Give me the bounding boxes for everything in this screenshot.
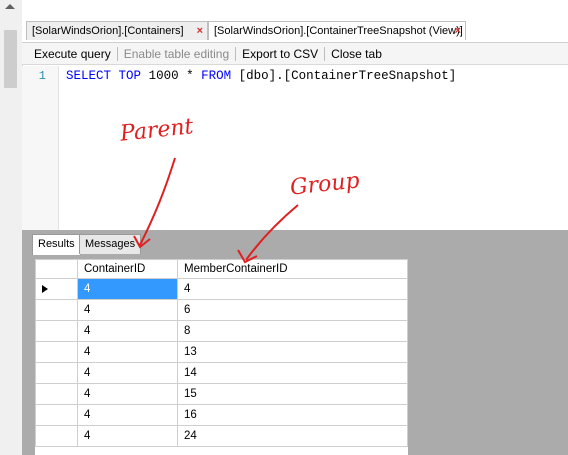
row-header[interactable] [35,362,78,384]
cell-membercontainerid[interactable]: 15 [177,383,408,405]
results-pane: Results Messages ContainerID MemberConta… [22,230,568,455]
sql-keyword: FROM [201,69,232,83]
row-header[interactable] [35,320,78,342]
table-row[interactable]: 4 4 [35,278,408,300]
close-icon[interactable]: × [455,22,461,41]
cell-membercontainerid[interactable]: 4 [177,278,408,300]
table-row[interactable]: 4 16 [35,404,408,426]
sql-keyword: TOP [118,69,142,83]
table-row[interactable]: 4 13 [35,341,408,363]
cell-containerid[interactable]: 4 [77,299,178,321]
table-row[interactable]: 4 14 [35,362,408,384]
column-header-membercontainerid[interactable]: MemberContainerID [177,259,408,279]
tab-label: [SolarWindsOrion].[Containers] [32,25,184,37]
line-number: 1 [38,69,46,83]
table-row[interactable]: 4 6 [35,299,408,321]
cell-containerid[interactable]: 4 [77,362,178,384]
close-tab-button[interactable]: Close tab [325,47,388,61]
table-row[interactable]: 4 8 [35,320,408,342]
row-header[interactable] [35,425,78,447]
export-csv-button[interactable]: Export to CSV [236,47,324,61]
tab-results[interactable]: Results [32,234,81,255]
cell-containerid[interactable]: 4 [77,404,178,426]
cell-containerid[interactable]: 4 [77,341,178,363]
column-header-containerid[interactable]: ContainerID [77,259,178,279]
enable-table-editing-button[interactable]: Enable table editing [118,47,235,61]
tab-label: [SolarWindsOrion].[ContainerTreeSnapshot… [214,25,463,37]
tab-containers[interactable]: [SolarWindsOrion].[Containers] × [26,21,208,40]
cell-membercontainerid[interactable]: 16 [177,404,408,426]
scrollbar-thumb[interactable] [4,30,17,88]
sql-keyword: SELECT [66,69,112,83]
sql-star: * [186,69,194,83]
row-header[interactable] [35,278,78,300]
cell-containerid[interactable]: 4 [77,278,178,300]
execute-query-button[interactable]: Execute query [28,47,117,61]
sql-table-name: [dbo].[ContainerTreeSnapshot] [238,69,457,83]
cell-membercontainerid[interactable]: 13 [177,341,408,363]
table-row[interactable]: 4 24 [35,425,408,447]
table-row[interactable]: 4 15 [35,383,408,405]
cell-membercontainerid[interactable]: 24 [177,425,408,447]
header-row: ContainerID MemberContainerID [35,259,408,279]
left-scrollbar[interactable] [0,0,23,455]
tab-container-tree-snapshot[interactable]: [SolarWindsOrion].[ContainerTreeSnapshot… [208,21,466,40]
cell-containerid[interactable]: 4 [77,425,178,447]
results-grid[interactable]: ContainerID MemberContainerID 4 4 4 6 4 [35,259,408,455]
row-header[interactable] [35,341,78,363]
row-pointer-icon [42,285,48,293]
line-number-gutter: 1 [22,66,59,230]
close-icon[interactable]: × [197,22,203,41]
row-header[interactable] [35,404,78,426]
sql-editor[interactable]: 1 SELECT TOP 1000 * FROM [dbo].[Containe… [22,66,568,230]
document-tab-bar: [SolarWindsOrion].[Containers] × [SolarW… [22,0,568,43]
sql-code-line[interactable]: SELECT TOP 1000 * FROM [dbo].[ContainerT… [66,69,456,83]
scroll-up-icon[interactable] [5,4,15,9]
cell-membercontainerid[interactable]: 6 [177,299,408,321]
sql-number: 1000 [148,69,179,83]
query-toolbar: Execute query Enable table editing Expor… [22,43,568,65]
row-header[interactable] [35,299,78,321]
cell-containerid[interactable]: 4 [77,383,178,405]
cell-containerid[interactable]: 4 [77,320,178,342]
tab-messages[interactable]: Messages [79,234,142,254]
grid-corner[interactable] [35,259,78,279]
cell-membercontainerid[interactable]: 14 [177,362,408,384]
row-header[interactable] [35,383,78,405]
result-tab-strip: Results Messages [22,230,568,255]
results-table: ContainerID MemberContainerID 4 4 4 6 4 [35,259,408,447]
cell-membercontainerid[interactable]: 8 [177,320,408,342]
